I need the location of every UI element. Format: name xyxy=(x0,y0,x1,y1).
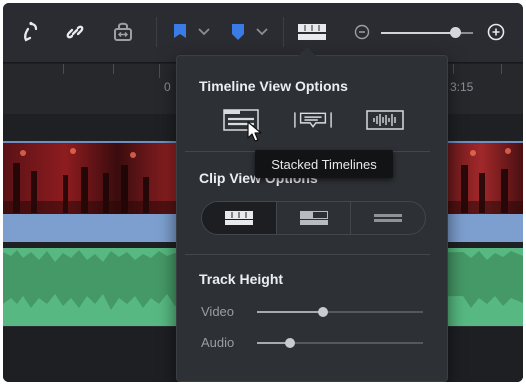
audio-height-slider-handle[interactable] xyxy=(285,338,296,348)
marker-icon[interactable] xyxy=(227,19,249,45)
link-icon[interactable] xyxy=(61,19,89,45)
zoom-out-icon[interactable] xyxy=(352,19,372,45)
video-height-slider-fill xyxy=(257,311,324,313)
lock-icon[interactable] xyxy=(109,19,137,45)
chevron-down-icon[interactable] xyxy=(195,19,213,45)
zoom-slider-fill xyxy=(381,32,455,34)
timeline-view-options-popover: Timeline View Options Clip View Options xyxy=(176,47,448,382)
video-height-label: Video xyxy=(201,304,235,319)
clip-view-options-segmented-control xyxy=(201,201,426,235)
audio-waveform-icon xyxy=(366,110,404,130)
video-height-slider-handle[interactable] xyxy=(318,307,329,317)
clip-view-filmstrip-option[interactable] xyxy=(202,202,277,234)
flag-icon[interactable] xyxy=(169,19,191,45)
zoom-slider[interactable] xyxy=(381,27,473,38)
mouse-pointer-icon xyxy=(247,121,262,142)
track-height-title: Track Height xyxy=(199,271,284,287)
stacked-timelines-tooltip: Stacked Timelines xyxy=(255,150,393,178)
blade-edit-mode-icon[interactable] xyxy=(15,19,43,45)
ruler-tick xyxy=(113,64,114,74)
ruler-tick xyxy=(159,64,160,78)
editor-window: 0 3:15 Timeline View Options Clip View O… xyxy=(3,3,523,382)
ruler-tick xyxy=(501,64,502,74)
zoom-in-icon[interactable] xyxy=(485,19,507,45)
subtitle-tracks-button[interactable] xyxy=(293,106,333,134)
video-height-slider[interactable] xyxy=(257,307,423,317)
zoom-slider-handle[interactable] xyxy=(449,27,461,38)
filmstrip-icon xyxy=(224,211,253,225)
audio-height-label: Audio xyxy=(201,335,235,350)
toolbar-divider xyxy=(283,17,284,47)
audio-waveform-button[interactable] xyxy=(365,106,405,134)
section-divider xyxy=(185,254,430,255)
name-only-icon xyxy=(374,214,403,222)
chevron-down-icon[interactable] xyxy=(253,19,271,45)
popover-arrow xyxy=(298,47,316,56)
toolbar-divider xyxy=(156,17,157,47)
thumbnail-icon xyxy=(299,211,328,225)
clip-view-name-only-option[interactable] xyxy=(351,202,425,234)
audio-height-slider[interactable] xyxy=(257,338,423,348)
ruler-timecode: 0 xyxy=(164,80,171,94)
ruler-timecode: 3:15 xyxy=(450,80,474,94)
timeline-view-options-title: Timeline View Options xyxy=(199,78,348,94)
ruler-tick xyxy=(453,64,454,74)
subtitle-tracks-icon xyxy=(294,112,332,128)
ruler-tick xyxy=(63,64,64,74)
timeline-toolbar xyxy=(3,3,523,63)
timeline-view-options-icon[interactable] xyxy=(295,19,329,45)
clip-view-thumbnail-option[interactable] xyxy=(277,202,352,234)
